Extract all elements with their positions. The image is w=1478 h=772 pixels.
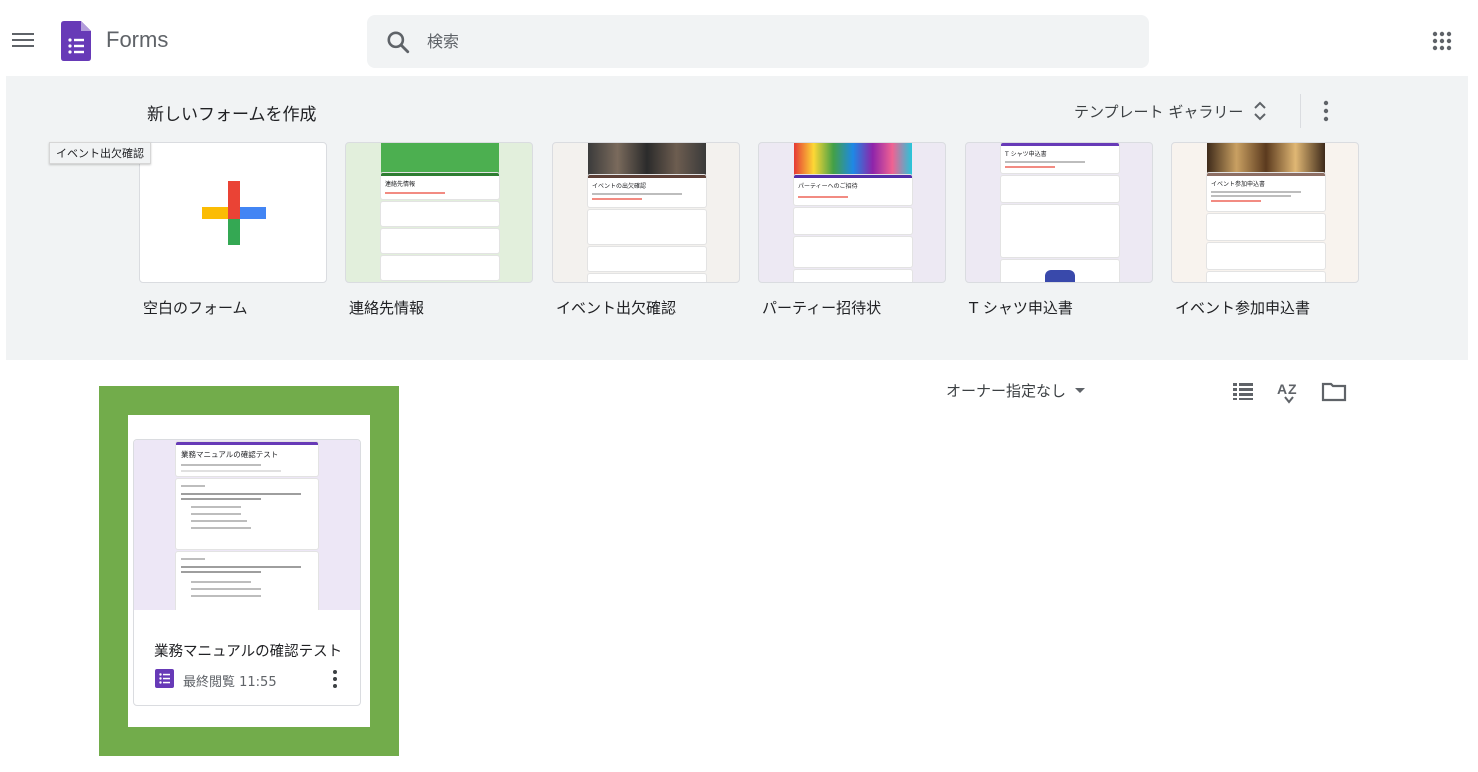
thumbnail-header-image bbox=[1207, 143, 1325, 173]
template-thumbnail[interactable]: 連絡先情報 bbox=[345, 142, 533, 283]
thumbnail-form-title: イベントの出欠確認 bbox=[592, 183, 647, 190]
thumbnail-form-title: パーティーへのご招待 bbox=[798, 183, 858, 190]
template-thumbnail[interactable] bbox=[139, 142, 327, 283]
folder-icon[interactable] bbox=[1321, 378, 1347, 404]
template-gallery-label: テンプレート ギャラリー bbox=[1074, 102, 1244, 121]
app-title[interactable]: Forms bbox=[106, 27, 168, 53]
template-label: イベント出欠確認 bbox=[556, 299, 677, 317]
more-vert-icon[interactable] bbox=[326, 668, 344, 690]
thumbnail-form-preview: T シャツ申込書 bbox=[1001, 143, 1119, 282]
svg-text:A: A bbox=[1277, 381, 1287, 397]
selection-highlight: 業務マニュアルの確認テスト 業務マニュアルの確認テスト 最終閲覧 11:55 bbox=[99, 386, 399, 756]
main-menu-icon[interactable] bbox=[12, 30, 36, 50]
template-label: 連絡先情報 bbox=[349, 299, 425, 317]
template-thumbnail[interactable]: イベントの出欠確認 bbox=[552, 142, 740, 283]
template-tshirt-order[interactable]: T シャツ申込書 T シャツ申込書 bbox=[965, 142, 1153, 318]
list-view-icon[interactable] bbox=[1230, 378, 1256, 404]
search-bar[interactable] bbox=[367, 15, 1149, 68]
app-header: Forms bbox=[0, 0, 1478, 76]
tooltip: イベント出欠確認 bbox=[49, 142, 151, 164]
template-label: パーティー招待状 bbox=[762, 299, 882, 317]
unfold-icon bbox=[1254, 101, 1267, 121]
document-title: 業務マニュアルの確認テスト bbox=[154, 644, 343, 660]
last-viewed-time: 最終閲覧 11:55 bbox=[183, 675, 277, 690]
owner-filter-dropdown[interactable]: オーナー指定なし bbox=[946, 380, 1086, 401]
thumbnail-form-title: イベント参加申込書 bbox=[1211, 181, 1266, 188]
template-section: 新しいフォームを作成 テンプレート ギャラリー 空白のフォーム 連絡先情報 連絡… bbox=[6, 76, 1468, 360]
thumbnail-form-preview: イベントの出欠確認 bbox=[588, 143, 706, 282]
search-input[interactable] bbox=[427, 15, 1127, 68]
divider bbox=[1300, 94, 1301, 128]
template-event-registration[interactable]: イベント参加申込書 イベント参加申込書 bbox=[1171, 142, 1359, 318]
thumbnail-header-image bbox=[794, 143, 912, 175]
forms-logo-icon[interactable] bbox=[61, 21, 91, 61]
thumbnail-form-title: 業務マニュアルの確認テスト bbox=[181, 450, 279, 459]
thumbnail-header-image bbox=[381, 143, 499, 173]
template-thumbnail[interactable]: T シャツ申込書 bbox=[965, 142, 1153, 283]
arrow-drop-down-icon bbox=[1075, 387, 1086, 393]
thumbnail-form-preview: 連絡先情報 bbox=[381, 143, 499, 282]
document-card[interactable]: 業務マニュアルの確認テスト 業務マニュアルの確認テスト 最終閲覧 11:55 bbox=[133, 439, 361, 706]
thumbnail-form-preview: パーティーへのご招待 bbox=[794, 143, 912, 282]
template-label: T シャツ申込書 bbox=[969, 299, 1073, 317]
sort-az-icon[interactable]: A Z bbox=[1276, 378, 1302, 404]
template-label: イベント参加申込書 bbox=[1175, 299, 1311, 317]
svg-text:Z: Z bbox=[1288, 381, 1297, 397]
owner-filter-label: オーナー指定なし bbox=[946, 382, 1067, 400]
template-thumbnail[interactable]: パーティーへのご招待 bbox=[758, 142, 946, 283]
template-contact-info[interactable]: 連絡先情報 連絡先情報 bbox=[345, 142, 533, 318]
forms-doc-icon bbox=[155, 669, 174, 688]
template-gallery-button[interactable]: テンプレート ギャラリー bbox=[1074, 98, 1267, 124]
more-vert-icon[interactable] bbox=[1314, 98, 1338, 124]
template-blank[interactable]: 空白のフォーム bbox=[139, 142, 327, 318]
apps-grid-icon[interactable] bbox=[1432, 31, 1452, 51]
plus-icon bbox=[202, 181, 266, 245]
template-event-rsvp[interactable]: イベントの出欠確認 イベント出欠確認 bbox=[552, 142, 740, 318]
thumbnail-form-title: T シャツ申込書 bbox=[1005, 151, 1047, 158]
thumbnail-form-title: 連絡先情報 bbox=[385, 181, 416, 188]
document-thumbnail: 業務マニュアルの確認テスト bbox=[134, 440, 360, 610]
thumbnail-header-image bbox=[588, 143, 706, 175]
thumbnail-form-preview: イベント参加申込書 bbox=[1207, 143, 1325, 282]
template-thumbnail[interactable]: イベント参加申込書 bbox=[1171, 142, 1359, 283]
template-label: 空白のフォーム bbox=[143, 299, 248, 317]
section-title: 新しいフォームを作成 bbox=[147, 105, 317, 125]
search-icon[interactable] bbox=[385, 29, 411, 55]
template-party-invite[interactable]: パーティーへのご招待 パーティー招待状 bbox=[758, 142, 946, 318]
thumbnail-form-preview: 業務マニュアルの確認テスト bbox=[176, 442, 318, 610]
document-container: 業務マニュアルの確認テスト 業務マニュアルの確認テスト 最終閲覧 11:55 bbox=[128, 415, 370, 727]
